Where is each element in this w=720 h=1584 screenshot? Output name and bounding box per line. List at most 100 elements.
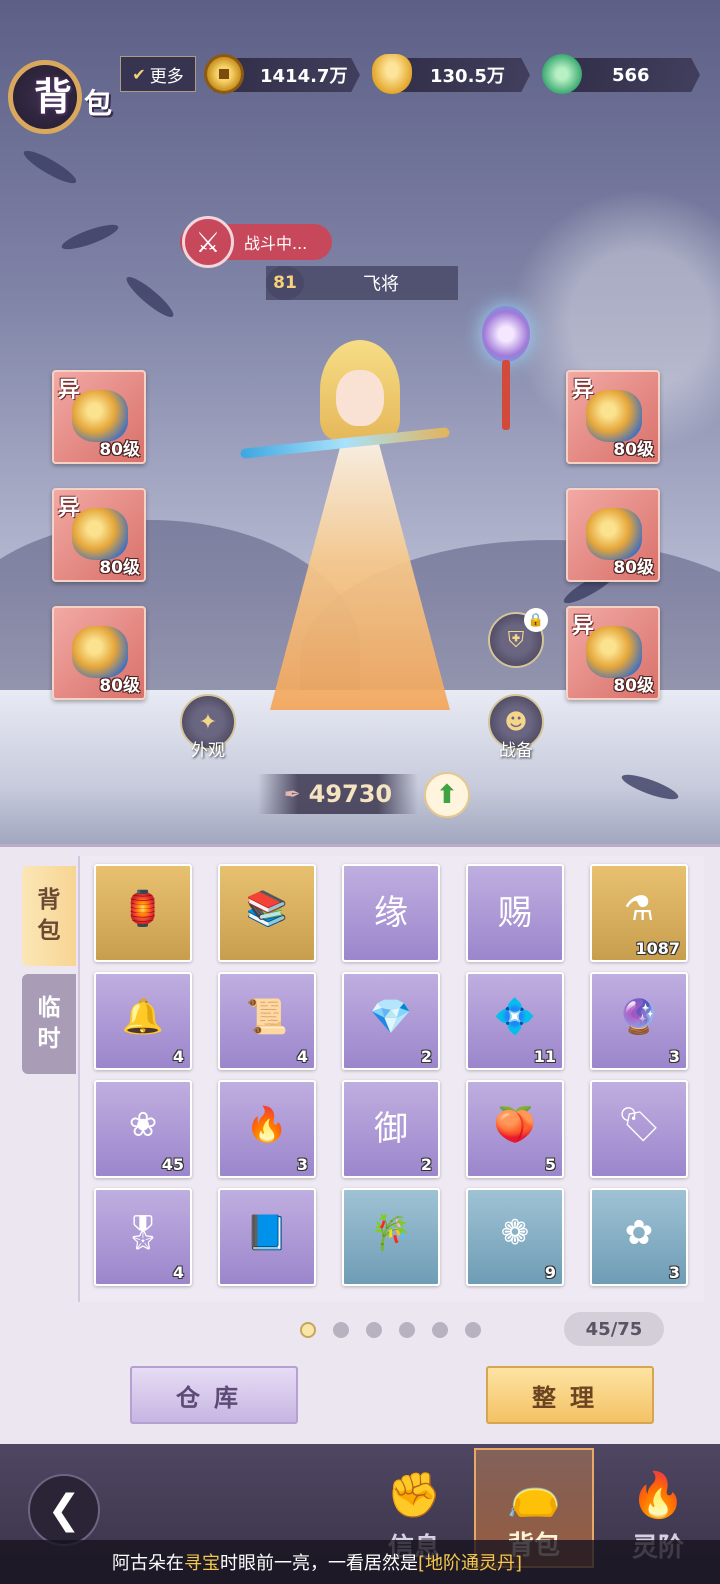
item-count: 2	[420, 1155, 432, 1174]
more-button[interactable]: ✔ 更多	[120, 56, 196, 92]
inventory-item[interactable]: ❁ 9	[466, 1188, 564, 1286]
broadcast-ticker: 阿古朵在 寻宝 时眼前一亮，一看居然是 [地阶通灵丹]	[0, 1540, 720, 1584]
coin-icon	[204, 54, 244, 94]
crossed-swords-icon: ⚔	[182, 216, 234, 268]
decree-ci-icon: 赐	[498, 892, 532, 933]
page-title: 背 包	[4, 56, 113, 134]
more-button-label: 更多	[149, 66, 184, 87]
inventory-item[interactable]: 🔥 3	[218, 1080, 316, 1178]
hero-name: 飞将	[363, 274, 399, 295]
tab-temp-char1: 临	[37, 994, 61, 1021]
equip-slot-left-1[interactable]: 异 80级	[52, 370, 146, 464]
item-count: 1087	[635, 939, 680, 958]
inventory-item[interactable]: 💎 2	[342, 972, 440, 1070]
fire-stone-icon: 🔥	[245, 1105, 289, 1145]
tab-bag[interactable]: 背 包	[22, 866, 76, 966]
page-dot[interactable]	[399, 1322, 415, 1338]
warehouse-button[interactable]: 仓库	[130, 1366, 298, 1424]
inventory-item[interactable]: 御2	[342, 1080, 440, 1178]
chevron-down-icon: ✔	[132, 64, 146, 84]
sort-button[interactable]: 整理	[486, 1366, 654, 1424]
equip-slot-right-2[interactable]: 80级	[566, 488, 660, 582]
gem-pink-icon: 💠	[493, 997, 537, 1037]
inventory-item[interactable]: 🔔 4	[94, 972, 192, 1070]
bag-capacity: 45/75	[564, 1312, 664, 1346]
pouch-icon: 👝	[506, 1468, 562, 1519]
equip-level: 80级	[99, 676, 140, 696]
inventory-item[interactable]: ✿ 3	[590, 1188, 688, 1286]
equip-level: 80级	[613, 558, 654, 578]
inventory-item[interactable]: 🎋	[342, 1188, 440, 1286]
item-count: 9	[544, 1263, 556, 1282]
page-title-char2: 包	[84, 87, 113, 120]
leaf-decoration	[59, 220, 121, 254]
equip-slot-right-1[interactable]: 异 80级	[566, 370, 660, 464]
lock-icon: 🔒	[524, 608, 548, 632]
flame-icon: 🔥	[630, 1470, 686, 1521]
inventory-item[interactable]: ❀ 45	[94, 1080, 192, 1178]
equip-level: 80级	[99, 440, 140, 460]
item-count: 4	[296, 1047, 308, 1066]
tab-bag-char1: 背	[37, 886, 61, 913]
equip-slot-right-3[interactable]: 异 80级	[566, 606, 660, 700]
inventory-item[interactable]: 🎖 4	[94, 1188, 192, 1286]
appearance-label: 外观	[191, 741, 225, 761]
page-dot[interactable]	[432, 1322, 448, 1338]
item-count: 3	[668, 1263, 680, 1282]
potion-icon: ⚗	[623, 889, 655, 929]
inventory-item[interactable]: 💠 11	[466, 972, 564, 1070]
orb-red-icon: 🍑	[493, 1105, 537, 1145]
page-dot[interactable]	[465, 1322, 481, 1338]
staff-tassel	[502, 360, 510, 430]
inventory-item[interactable]: 📘	[218, 1188, 316, 1286]
yellow-flower-icon: ✿	[624, 1213, 654, 1253]
books-icon: 📚	[245, 889, 289, 929]
combat-power: ✒ 49730	[258, 774, 418, 814]
item-count: 4	[172, 1263, 184, 1282]
jade-amount: 566	[612, 64, 650, 86]
inventory-item[interactable]: 🏷	[590, 1080, 688, 1178]
inventory-item[interactable]: 缘	[342, 864, 440, 962]
item-count: 3	[668, 1047, 680, 1066]
equip-tag: 异	[572, 614, 595, 639]
inventory-item[interactable]: 🔮 3	[590, 972, 688, 1070]
hero-face	[336, 370, 384, 426]
inventory-item[interactable]: 赐	[466, 864, 564, 962]
leaf-decoration	[20, 145, 80, 189]
hero-level-bar: 81 飞将	[266, 266, 458, 300]
leaf-decoration	[122, 272, 178, 322]
ingot-amount: 130.5万	[430, 66, 505, 87]
equip-tag: 异	[58, 496, 81, 521]
page-dot[interactable]	[333, 1322, 349, 1338]
item-count: 5	[544, 1155, 556, 1174]
item-count: 2	[420, 1047, 432, 1066]
floating-staff-icon	[478, 290, 534, 440]
back-arrow-icon[interactable]: ❮	[28, 1474, 100, 1546]
inventory-item[interactable]: 📚	[218, 864, 316, 962]
lantern-icon: 🏮	[121, 889, 165, 929]
quill-icon: ✒	[283, 782, 301, 806]
page-dot[interactable]	[300, 1322, 316, 1338]
equip-tag: 异	[58, 378, 81, 403]
medal-icon: 🎖	[121, 1213, 165, 1253]
gem-blue-icon: 💎	[369, 997, 413, 1037]
hero-character[interactable]	[240, 330, 470, 720]
upgrade-arrow-button[interactable]: ⬆	[424, 772, 470, 818]
ticker-part3: 时眼前一亮，一看居然是	[220, 1553, 418, 1574]
jade-icon	[542, 54, 582, 94]
fist-icon: ✊	[386, 1470, 442, 1521]
equip-slot-left-2[interactable]: 异 80级	[52, 488, 146, 582]
tab-temporary[interactable]: 临 时	[22, 974, 76, 1074]
inventory-item[interactable]: 🍑 5	[466, 1080, 564, 1178]
inventory-item[interactable]: ⚗ 1087	[590, 864, 688, 962]
hero-robe	[270, 440, 450, 710]
page-dot[interactable]	[366, 1322, 382, 1338]
inventory-item[interactable]: 🏮	[94, 864, 192, 962]
item-count: 45	[161, 1155, 184, 1174]
equip-slot-left-3[interactable]: 80级	[52, 606, 146, 700]
inventory-item[interactable]: 📜 4	[218, 972, 316, 1070]
plaque-icon: 🏷	[617, 1105, 661, 1145]
page-indicator	[300, 1322, 481, 1338]
item-count: 11	[533, 1047, 556, 1066]
ticker-part4: [地阶通灵丹]	[418, 1553, 523, 1574]
